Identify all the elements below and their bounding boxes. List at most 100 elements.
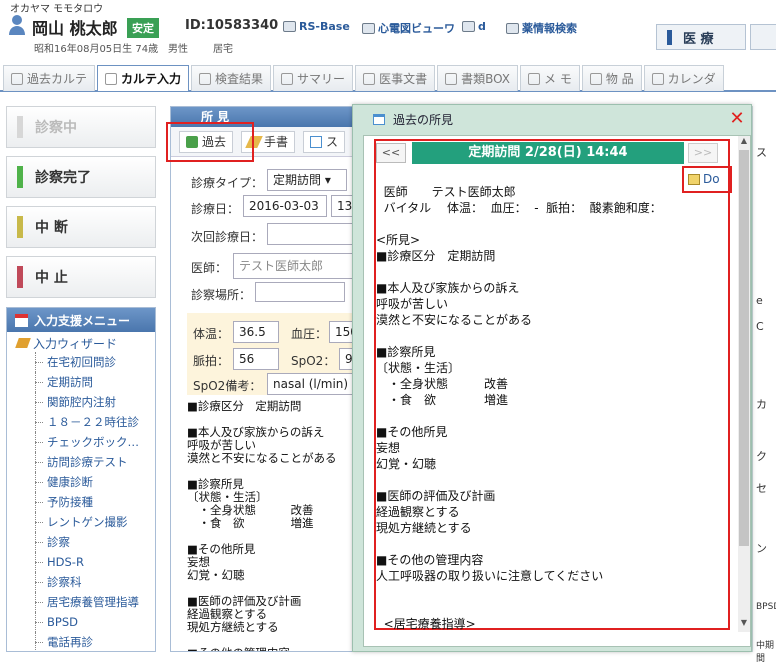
spo2-note-label: SpO2備考：: [193, 379, 262, 393]
bp-label: 血圧：: [291, 327, 328, 341]
wizard-item[interactable]: 在宅初回問診: [7, 352, 155, 372]
pen-icon: [688, 173, 700, 185]
link-drug-search[interactable]: 薬情報検索: [506, 20, 577, 36]
tab-past-chart[interactable]: 過去カルテ: [3, 65, 96, 91]
tab-chart-input[interactable]: カルテ入力: [97, 65, 190, 91]
wrench-icon: [528, 72, 540, 85]
right-strip-text: BPSD: [756, 602, 776, 612]
support-menu-header: 入力支援メニュー: [7, 308, 155, 332]
patient-birth: 昭和16年08月05日生 74歳: [34, 44, 159, 55]
box-icon: [445, 72, 458, 85]
doctor-input[interactable]: テスト医師太郎: [233, 253, 353, 279]
wizard-item[interactable]: １８－２２時往診: [7, 412, 155, 432]
menu-button-2[interactable]: [750, 24, 776, 50]
next-visit-button[interactable]: >>: [688, 143, 718, 163]
close-icon[interactable]: ✕: [729, 110, 745, 128]
link-d[interactable]: d: [462, 20, 486, 33]
wizard-item[interactable]: 診察科: [7, 572, 155, 592]
prev-visit-button[interactable]: <<: [376, 143, 406, 163]
patient-sex: 男性: [168, 44, 188, 55]
date-input[interactable]: 2016-03-03: [243, 195, 327, 217]
calendar-icon: [15, 313, 28, 327]
more-button[interactable]: ス: [303, 130, 346, 153]
tab-calendar[interactable]: カレンダ: [643, 65, 724, 91]
visit-header: 定期訪問 2/28(日) 14:44: [412, 142, 684, 164]
type-select[interactable]: 定期訪問 ▾: [267, 169, 347, 191]
person-icon: [9, 15, 25, 35]
tab-doc-box[interactable]: 書類BOX: [437, 65, 518, 91]
patient-kana: オカヤマ モモタロウ: [10, 4, 104, 15]
spo2-label: SpO2：: [291, 354, 336, 368]
tab-goods[interactable]: 物 品: [581, 65, 642, 91]
past-findings-text: 医師 テスト医師太郎 バイタル 体温： 血圧： - 脈拍： 酸素飽和度： <所見…: [376, 185, 662, 631]
wizard-item[interactable]: 電話再診: [7, 632, 155, 651]
wizard-node[interactable]: 入力ウィザード: [7, 332, 155, 352]
popup-titlebar[interactable]: 過去の所見: [353, 105, 751, 133]
wizard-item[interactable]: 訪問診療テスト: [7, 452, 155, 472]
pdf-icon: [363, 72, 376, 85]
support-menu-panel: 入力支援メニュー 入力ウィザード 在宅初回問診 定期訪問 関節腔内注射 １８－２…: [6, 307, 156, 652]
place-label: 診察場所：: [191, 288, 252, 302]
wizard-item[interactable]: 健康診断: [7, 472, 155, 492]
wizard-item[interactable]: 定期訪問: [7, 372, 155, 392]
monitor-icon: [506, 22, 519, 34]
status-pause-button[interactable]: 中 断: [6, 206, 156, 248]
right-strip-text: ン: [756, 542, 767, 555]
patient-id: ID:10583340: [185, 18, 279, 33]
pulse-input[interactable]: 56: [233, 348, 279, 370]
next-date-label: 次回診療日：: [191, 230, 264, 244]
wizard-item[interactable]: 居宅療養管理指導: [7, 592, 155, 612]
right-strip-text: e: [756, 294, 763, 307]
temp-input[interactable]: 36.5: [233, 321, 279, 343]
document-icon: [11, 72, 23, 85]
edit-icon: [310, 135, 323, 148]
right-strip-text: C: [756, 320, 764, 333]
grid-icon: [199, 72, 212, 85]
main-tabs: 過去カルテ カルテ入力 検査結果 サマリー 医事文書 書類BOX メ モ 物 品…: [0, 62, 776, 92]
tab-memo[interactable]: メ モ: [520, 65, 580, 91]
type-label: 診療タイプ：: [191, 176, 264, 190]
scroll-down-icon[interactable]: ▼: [738, 618, 750, 630]
right-strip-text: 中期間: [756, 641, 775, 664]
wand-icon: [15, 338, 31, 348]
status-stop-button[interactable]: 中 止: [6, 256, 156, 298]
window-icon: [373, 113, 385, 125]
scrollbar-thumb[interactable]: [739, 150, 749, 546]
link-ecg-viewer[interactable]: 心電図ビューワ: [362, 20, 455, 36]
cart-icon: [589, 72, 602, 85]
doctor-label: 医師：: [191, 261, 228, 275]
right-strip-text: カ: [756, 398, 767, 411]
temp-label: 体温：: [193, 327, 230, 341]
right-strip-text: ス: [756, 146, 767, 159]
wizard-item[interactable]: 診察: [7, 532, 155, 552]
highlight-past-button: [166, 122, 254, 162]
tab-summary[interactable]: サマリー: [273, 65, 354, 91]
medical-menu-button[interactable]: 医 療: [656, 24, 746, 50]
wizard-item[interactable]: HDS-R: [7, 552, 155, 572]
status-exam-done-button[interactable]: 診察完了: [6, 156, 156, 198]
monitor-icon: [362, 22, 375, 34]
right-panel-edge: [752, 106, 776, 652]
wizard-item[interactable]: 予防接種: [7, 492, 155, 512]
monitor-icon: [283, 21, 296, 32]
next-date-input[interactable]: [267, 223, 357, 245]
monitor-icon: [462, 21, 475, 32]
place-input[interactable]: [255, 282, 345, 302]
pulse-label: 脈拍：: [193, 354, 230, 368]
wizard-item[interactable]: BPSD: [7, 612, 155, 632]
list-icon: [281, 72, 294, 85]
calendar-icon: [651, 72, 664, 85]
patient-name: 岡山 桃太郎: [32, 19, 118, 38]
wizard-item[interactable]: チェックボック…: [7, 432, 155, 452]
tab-test-results[interactable]: 検査結果: [191, 65, 272, 91]
tab-medical-docs[interactable]: 医事文書: [355, 65, 436, 91]
pen-icon: [105, 72, 118, 85]
status-badge: 安定: [127, 18, 159, 38]
right-strip-text: ク: [756, 450, 767, 463]
wizard-item[interactable]: 関節腔内注射: [7, 392, 155, 412]
link-rs-base[interactable]: RS-Base: [283, 20, 350, 33]
right-strip-text: セ: [756, 482, 767, 495]
scroll-up-icon[interactable]: ▲: [738, 136, 750, 148]
wizard-item[interactable]: レントゲン撮影: [7, 512, 155, 532]
status-in-exam-button[interactable]: 診察中: [6, 106, 156, 148]
